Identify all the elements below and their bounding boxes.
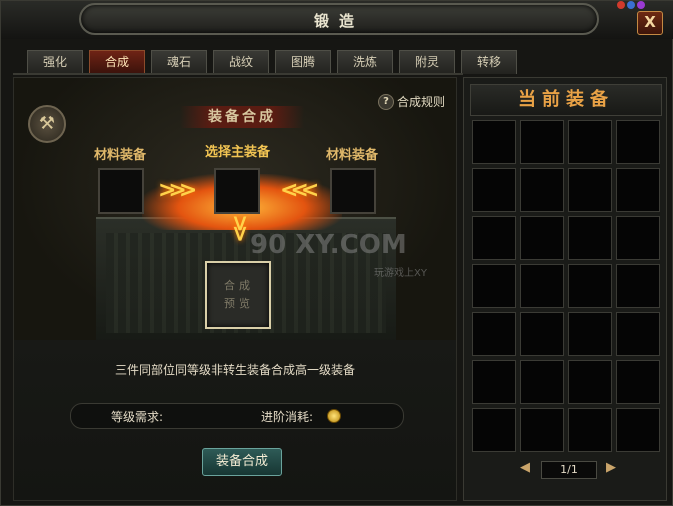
- material-slot-left[interactable]: [98, 168, 144, 214]
- material-label-right: 材料装备: [326, 148, 379, 163]
- inventory-cell[interactable]: [568, 120, 612, 164]
- inventory-cell[interactable]: [472, 408, 516, 452]
- watermark: 90 XY.COM: [250, 230, 407, 260]
- left-arrow-icon[interactable]: ◀: [518, 461, 532, 475]
- left-chevron-icon: <<<: [280, 178, 319, 203]
- inventory-cell[interactable]: [472, 360, 516, 404]
- title-bar: 锻造 X: [1, 1, 673, 39]
- close-button[interactable]: X: [637, 11, 663, 35]
- inventory-cell[interactable]: [520, 264, 564, 308]
- synthesis-panel: ⚒ 装备合成 ? 合成规则 材料装备 选择主装备 材料装备 >>> <<< >>…: [13, 77, 457, 501]
- window-title: 锻造: [313, 12, 364, 30]
- inventory-cell[interactable]: [616, 408, 660, 452]
- inventory-cell[interactable]: [568, 264, 612, 308]
- inventory-cell[interactable]: [520, 312, 564, 356]
- tab-soulstone[interactable]: 魂石: [151, 50, 207, 74]
- inventory-cell[interactable]: [472, 264, 516, 308]
- title-plate: 锻造: [79, 3, 599, 35]
- inventory-cell[interactable]: [568, 360, 612, 404]
- result-placeholder: 合成预览: [224, 279, 254, 310]
- inventory-cell[interactable]: [616, 312, 660, 356]
- inventory-cell[interactable]: [616, 360, 660, 404]
- gold-coin-icon: [327, 409, 341, 423]
- watermark-sub: 玩游戏上XY: [374, 268, 427, 279]
- gem-icon: [617, 1, 625, 9]
- pagination: ◀ 1/1 ▶: [470, 456, 660, 484]
- requirement-bar: 等级需求: 进阶消耗:: [70, 403, 404, 429]
- tab-enchant[interactable]: 附灵: [399, 50, 455, 74]
- help-link[interactable]: 合成规则: [397, 93, 445, 110]
- inventory-cell[interactable]: [472, 120, 516, 164]
- material-label-left: 材料装备: [94, 148, 147, 163]
- inventory-cell[interactable]: [472, 168, 516, 212]
- tab-pattern[interactable]: 战纹: [213, 50, 269, 74]
- material-slot-right[interactable]: [330, 168, 376, 214]
- synthesis-description: 三件同部位同等级非转生装备合成高一级装备: [114, 363, 355, 377]
- tab-strengthen[interactable]: 强化: [27, 50, 83, 74]
- inventory-cell[interactable]: [520, 168, 564, 212]
- page-indicator: 1/1: [541, 461, 597, 479]
- gem-icon: [637, 1, 645, 9]
- inventory-cell[interactable]: [568, 168, 612, 212]
- inventory-title: 当前装备: [470, 84, 662, 116]
- inventory-cell[interactable]: [520, 216, 564, 260]
- inventory-cell[interactable]: [472, 312, 516, 356]
- right-arrow-icon[interactable]: ▶: [604, 461, 618, 475]
- section-title: 装备合成: [180, 106, 304, 128]
- inventory-cell[interactable]: [568, 216, 612, 260]
- level-requirement-label: 等级需求:: [111, 410, 164, 424]
- synthesize-button[interactable]: 装备合成: [202, 448, 282, 476]
- inventory-cell[interactable]: [616, 120, 660, 164]
- right-chevron-icon: >>>: [158, 178, 197, 203]
- result-slot[interactable]: 合成预览: [205, 261, 271, 329]
- question-icon[interactable]: ?: [378, 94, 394, 110]
- inventory-cell[interactable]: [520, 120, 564, 164]
- tab-divider: [13, 73, 463, 75]
- inventory-cell[interactable]: [616, 264, 660, 308]
- inventory-cell[interactable]: [520, 408, 564, 452]
- main-equipment-label: 选择主装备: [205, 145, 271, 160]
- gem-icon: [627, 1, 635, 9]
- inventory-panel: 当前装备 ◀ 1/1 ▶: [463, 77, 667, 501]
- cost-label: 进阶消耗:: [261, 410, 314, 424]
- main-equipment-slot[interactable]: [214, 168, 260, 214]
- tab-refine[interactable]: 洗炼: [337, 50, 393, 74]
- inventory-cell[interactable]: [616, 216, 660, 260]
- tab-totem[interactable]: 图腾: [275, 50, 331, 74]
- inventory-cell[interactable]: [520, 360, 564, 404]
- inventory-cell[interactable]: [568, 312, 612, 356]
- forge-window: 锻造 X 强化 合成 魂石 战纹 图腾 洗炼 附灵 转移 ⚒ 装备合成 ? 合成…: [0, 0, 673, 506]
- tab-synthesis[interactable]: 合成: [89, 50, 145, 74]
- inventory-cell[interactable]: [616, 168, 660, 212]
- inventory-cell[interactable]: [472, 216, 516, 260]
- forge-scene: ⚒ 装备合成 ? 合成规则 材料装备 选择主装备 材料装备 >>> <<< >>…: [14, 78, 456, 340]
- down-chevron-icon: >>: [226, 214, 252, 235]
- inventory-cell[interactable]: [568, 408, 612, 452]
- hammer-icon: ⚒: [28, 105, 66, 143]
- tab-transfer[interactable]: 转移: [461, 50, 517, 74]
